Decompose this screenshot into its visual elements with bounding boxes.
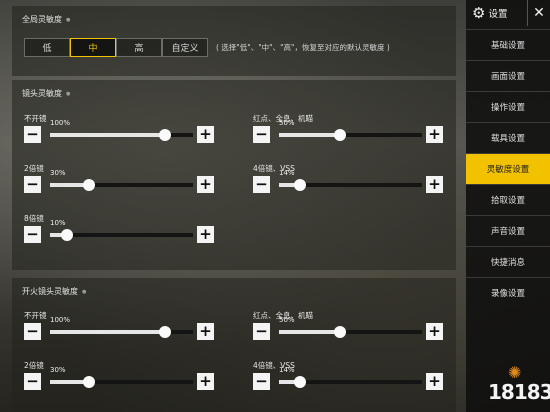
slider-label: 2倍镜	[24, 164, 44, 173]
settings-title: 设置	[488, 9, 508, 20]
slider-value: 100%	[50, 119, 71, 127]
slider-track[interactable]: 50%	[279, 316, 422, 338]
fire-sensitivity-section: 开火镜头灵敏度 ●	[12, 278, 456, 412]
slider-label: 2倍镜	[24, 361, 44, 370]
slider-value: 14%	[279, 169, 295, 177]
close-icon[interactable]: ✕	[527, 0, 550, 26]
slider-label: 8倍镜	[24, 214, 44, 223]
slider-fill	[279, 330, 340, 334]
plus-button[interactable]: +	[426, 323, 443, 340]
sidebar-item-7[interactable]: 声音设置	[466, 215, 550, 246]
minus-button[interactable]: −	[24, 176, 41, 193]
title-dot-icon: ●	[82, 288, 87, 295]
minus-button[interactable]: −	[253, 126, 270, 143]
minus-button[interactable]: −	[24, 323, 41, 340]
mode-medium-button[interactable]: 中	[70, 38, 116, 57]
mode-custom-button[interactable]: 自定义	[162, 38, 208, 57]
settings-header: ⚙ 设置 ✕	[466, 0, 550, 26]
slider-track[interactable]: 10%	[50, 219, 193, 241]
slider-value: 50%	[279, 316, 295, 324]
slider-value: 30%	[50, 169, 66, 177]
watermark-logo: 18183	[488, 380, 550, 404]
slider-thumb[interactable]	[333, 129, 346, 141]
minus-button[interactable]: −	[24, 126, 41, 143]
mode-low-button[interactable]: 低	[24, 38, 70, 57]
sidebar-item-8[interactable]: 快捷消息	[466, 246, 550, 277]
slider-track[interactable]: 30%	[50, 169, 193, 191]
plus-button[interactable]: +	[426, 373, 443, 390]
slider-value: 100%	[50, 316, 71, 324]
minus-button[interactable]: −	[253, 176, 270, 193]
slider-track[interactable]: 14%	[279, 169, 422, 191]
slider-thumb[interactable]	[333, 326, 346, 338]
plus-button[interactable]: +	[197, 373, 214, 390]
minus-button[interactable]: −	[24, 226, 41, 243]
slider-thumb[interactable]	[82, 179, 95, 191]
plus-button[interactable]: +	[197, 226, 214, 243]
scope-sensitivity-title: 镜头灵敏度 ●	[22, 89, 71, 98]
gear-icon: ⚙	[472, 4, 486, 22]
slider-value: 10%	[50, 219, 66, 227]
sidebar-item-6[interactable]: 拾取设置	[466, 184, 550, 215]
mode-hint-text: ( 选择"低"、"中"、"高"，恢复至对应的默认灵敏度 )	[216, 43, 390, 52]
slider-track[interactable]: 14%	[279, 366, 422, 388]
minus-button[interactable]: −	[253, 373, 270, 390]
plus-button[interactable]: +	[426, 176, 443, 193]
slider-label: 不开镜	[24, 311, 47, 320]
slider-track[interactable]: 50%	[279, 119, 422, 141]
slider-thumb[interactable]	[82, 376, 95, 388]
minus-button[interactable]: −	[24, 373, 41, 390]
plus-button[interactable]: +	[197, 176, 214, 193]
sidebar-item-3[interactable]: 操作设置	[466, 91, 550, 122]
sidebar-item-9[interactable]: 录像设置	[466, 277, 550, 308]
minus-button[interactable]: −	[253, 323, 270, 340]
mode-high-button[interactable]: 高	[116, 38, 162, 57]
slider-thumb[interactable]	[60, 229, 73, 241]
plus-button[interactable]: +	[197, 323, 214, 340]
slider-fill	[50, 330, 165, 334]
title-dot-icon: ●	[66, 90, 71, 97]
plus-button[interactable]: +	[426, 126, 443, 143]
scope-sensitivity-section: 镜头灵敏度 ●	[12, 80, 456, 270]
plus-button[interactable]: +	[197, 126, 214, 143]
sidebar-item-5[interactable]: 灵敏度设置	[466, 153, 550, 184]
slider-track[interactable]: 100%	[50, 316, 193, 338]
title-dot-icon: ●	[66, 16, 71, 23]
slider-thumb[interactable]	[159, 326, 171, 338]
slider-track[interactable]: 30%	[50, 366, 193, 388]
slider-track[interactable]: 100%	[50, 119, 193, 141]
slider-fill	[279, 133, 340, 137]
slider-fill	[50, 133, 165, 137]
slider-label: 不开镜	[24, 114, 47, 123]
slider-value: 14%	[279, 366, 295, 374]
slider-thumb[interactable]	[159, 129, 171, 141]
slider-value: 30%	[50, 366, 66, 374]
slider-value: 50%	[279, 119, 295, 127]
sensitivity-mode-group: 低 中 高 自定义	[24, 38, 208, 57]
sidebar-item-2[interactable]: 画面设置	[466, 60, 550, 91]
global-sensitivity-title: 全局灵敏度 ●	[22, 15, 71, 24]
sidebar-item-1[interactable]: 基础设置	[466, 29, 550, 60]
fire-sensitivity-title: 开火镜头灵敏度 ●	[22, 287, 87, 296]
sidebar-item-4[interactable]: 载具设置	[466, 122, 550, 153]
